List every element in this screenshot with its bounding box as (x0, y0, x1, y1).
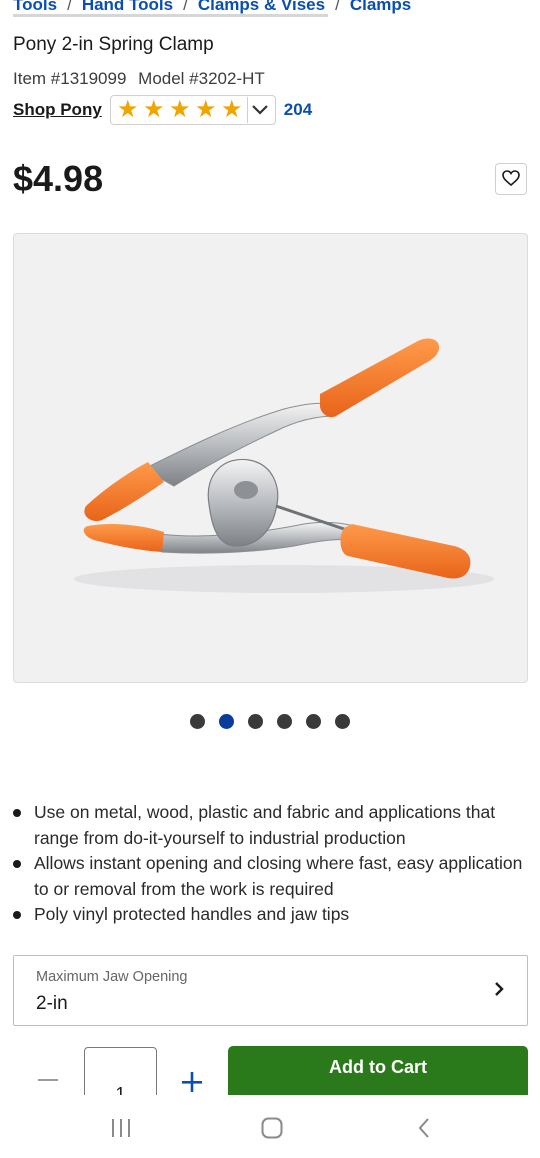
breadcrumb-clamps-vises[interactable]: Clamps & Vises (198, 0, 325, 15)
back-icon[interactable] (409, 1113, 439, 1143)
product-image[interactable] (13, 233, 528, 683)
carousel-dot[interactable] (248, 714, 263, 729)
star-icon: ★ (195, 96, 217, 123)
item-number: Item #1319099 (13, 69, 127, 88)
feature-item: Allows instant opening and closing where… (13, 851, 528, 902)
system-navigation-bar (0, 1095, 540, 1158)
breadcrumb-hand-tools[interactable]: Hand Tools (82, 0, 173, 15)
home-icon[interactable] (257, 1113, 287, 1143)
minus-icon (38, 1079, 58, 1081)
quantity-input[interactable] (84, 1047, 157, 1095)
brand-rating-row: Shop Pony ★ ★ ★ ★ ★ 204 (13, 95, 312, 125)
review-count-link[interactable]: 204 (284, 100, 312, 120)
feature-item: Poly vinyl protected handles and jaw tip… (13, 902, 528, 928)
carousel-dot[interactable] (277, 714, 292, 729)
carousel-dot[interactable] (190, 714, 205, 729)
jaw-opening-selector[interactable]: Maximum Jaw Opening 2-in (13, 955, 528, 1026)
star-icon: ★ (221, 96, 243, 123)
breadcrumb-tools[interactable]: Tools (13, 0, 57, 15)
image-carousel-dots (0, 714, 540, 729)
quantity-decrease-button[interactable] (33, 1065, 63, 1095)
star-icon: ★ (169, 96, 191, 123)
chevron-right-icon (493, 980, 505, 1003)
product-ids: Item #1319099 Model #3202-HT (13, 69, 265, 89)
rating-dropdown[interactable]: ★ ★ ★ ★ ★ (109, 95, 276, 125)
favorite-button[interactable] (495, 163, 527, 195)
breadcrumb-clamps[interactable]: Clamps (350, 0, 411, 15)
carousel-dot[interactable] (335, 714, 350, 729)
product-title: Pony 2-in Spring Clamp (13, 34, 214, 55)
breadcrumb-separator: / (183, 0, 188, 14)
carousel-dot-active[interactable] (219, 714, 234, 729)
selector-value: 2-in (36, 993, 68, 1014)
product-price: $4.98 (13, 158, 104, 199)
model-number: Model #3202-HT (138, 69, 265, 88)
breadcrumb-scrollbar[interactable] (13, 14, 328, 17)
selector-label: Maximum Jaw Opening (36, 969, 188, 985)
star-icon: ★ (143, 96, 165, 123)
star-icon: ★ (117, 96, 139, 123)
feature-list: Use on metal, wood, plastic and fabric a… (13, 800, 528, 928)
carousel-dot[interactable] (306, 714, 321, 729)
add-to-cart-bar: Add to Cart (0, 1045, 540, 1095)
feature-item: Use on metal, wood, plastic and fabric a… (13, 800, 528, 851)
quantity-increase-button[interactable] (177, 1067, 207, 1095)
rating-stars: ★ ★ ★ ★ ★ (115, 97, 245, 123)
plus-icon (182, 1072, 202, 1092)
recents-icon[interactable] (106, 1113, 136, 1143)
spring-clamp-image (74, 338, 494, 593)
breadcrumb-separator: / (335, 0, 340, 14)
heart-icon (502, 169, 520, 189)
shop-brand-link[interactable]: Shop Pony (13, 100, 102, 120)
breadcrumb-separator: / (67, 0, 72, 14)
add-to-cart-button[interactable]: Add to Cart (228, 1046, 528, 1095)
chevron-down-icon[interactable] (246, 97, 273, 123)
